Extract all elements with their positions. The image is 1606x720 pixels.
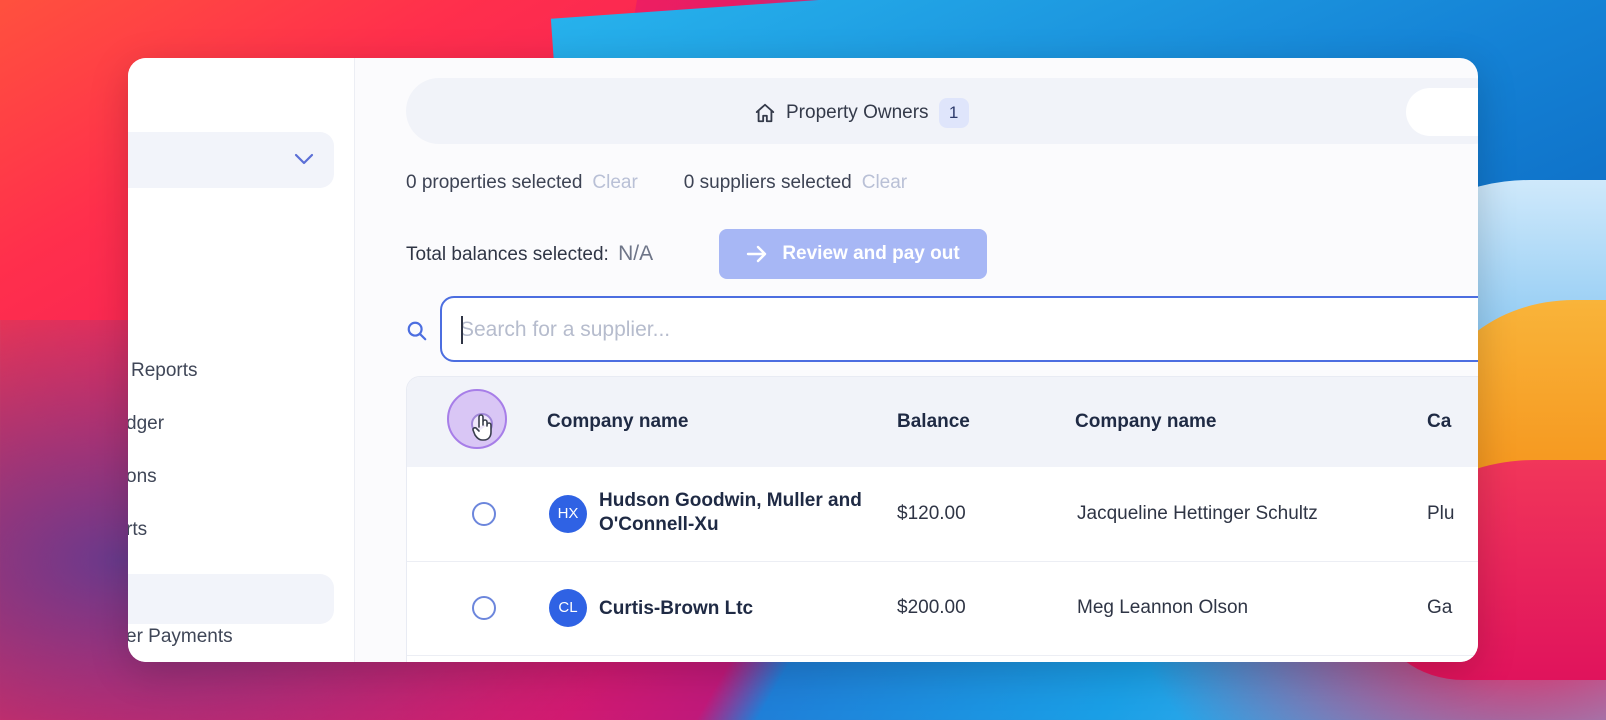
row-select-radio[interactable] — [472, 596, 496, 620]
supplier-search-box — [440, 296, 1478, 362]
total-balances: Total balances selected: N/A — [406, 242, 653, 266]
properties-selected-count: 0 properties selected — [406, 172, 583, 193]
clear-suppliers-button[interactable]: Clear — [862, 172, 907, 194]
hand-cursor-icon — [472, 414, 492, 441]
tab-count-badge: 1 — [938, 98, 969, 128]
column-header-balance[interactable]: Balance — [897, 411, 970, 433]
sidebar-item-ledger[interactable]: dger — [128, 413, 164, 435]
column-header-company-name[interactable]: Company name — [547, 411, 688, 433]
contact-name-cell: Jacqueline Hettinger Schultz — [1077, 503, 1318, 524]
company-name-cell: Hudson Goodwin, Muller and O'Connell-Xu — [599, 490, 862, 535]
tab-bar: Property Owners 1 — [406, 78, 1478, 144]
clear-properties-button[interactable]: Clear — [592, 172, 637, 194]
sidebar: Reports dger ons rts er Payments — [128, 58, 355, 662]
avatar: CL — [549, 589, 587, 627]
suppliers-table: Company name Balance Company name Ca HX … — [406, 376, 1478, 662]
app-window: Reports dger ons rts er Payments Propert… — [128, 58, 1478, 662]
company-name-cell: Curtis-Brown Ltc — [599, 598, 754, 619]
sidebar-item-owner-payments[interactable]: er Payments — [128, 626, 233, 648]
selection-summary: 0 properties selected Clear 0 suppliers … — [406, 172, 943, 194]
avatar: HX — [549, 495, 587, 533]
column-header-category[interactable]: Ca — [1427, 411, 1451, 433]
column-header-company-name-2[interactable]: Company name — [1075, 411, 1216, 433]
balance-cell: $120.00 — [897, 503, 966, 524]
tab-secondary[interactable] — [1406, 88, 1478, 136]
main-content: Property Owners 1 0 properties selected … — [354, 58, 1478, 662]
review-and-pay-out-label: Review and pay out — [782, 243, 960, 264]
text-caret — [461, 316, 463, 344]
arrow-right-icon — [747, 245, 767, 263]
sidebar-item-transactions[interactable]: ons — [128, 466, 157, 488]
table-row[interactable]: CL Curtis-Brown Ltc $200.00 Meg Leannon … — [407, 561, 1478, 656]
total-balances-label: Total balances selected: — [406, 244, 609, 265]
suppliers-selected-count: 0 suppliers selected — [683, 172, 852, 193]
tab-property-owners[interactable]: Property Owners 1 — [754, 98, 969, 128]
table-row[interactable]: HX Hudson Goodwin, Muller and O'Connell-… — [407, 467, 1478, 562]
table-header: Company name Balance Company name Ca — [407, 377, 1478, 467]
contact-name-cell: Meg Leannon Olson — [1077, 597, 1249, 618]
sidebar-item-reports-2[interactable]: rts — [128, 519, 147, 541]
supplier-search-input[interactable] — [442, 298, 1478, 362]
review-and-pay-out-button[interactable]: Review and pay out — [719, 229, 987, 279]
category-cell: Plu — [1427, 503, 1455, 524]
tab-label: Property Owners — [786, 102, 929, 123]
category-cell: Ga — [1427, 597, 1453, 618]
search-icon — [407, 321, 427, 341]
sidebar-item-active[interactable] — [128, 574, 334, 624]
total-balances-value: N/A — [618, 242, 654, 265]
sidebar-item-reports[interactable]: Reports — [131, 360, 198, 382]
account-selector[interactable] — [128, 132, 334, 188]
chevron-down-icon — [294, 153, 314, 165]
row-select-radio[interactable] — [472, 502, 496, 526]
balance-cell: $200.00 — [897, 597, 966, 618]
home-icon — [755, 103, 775, 123]
